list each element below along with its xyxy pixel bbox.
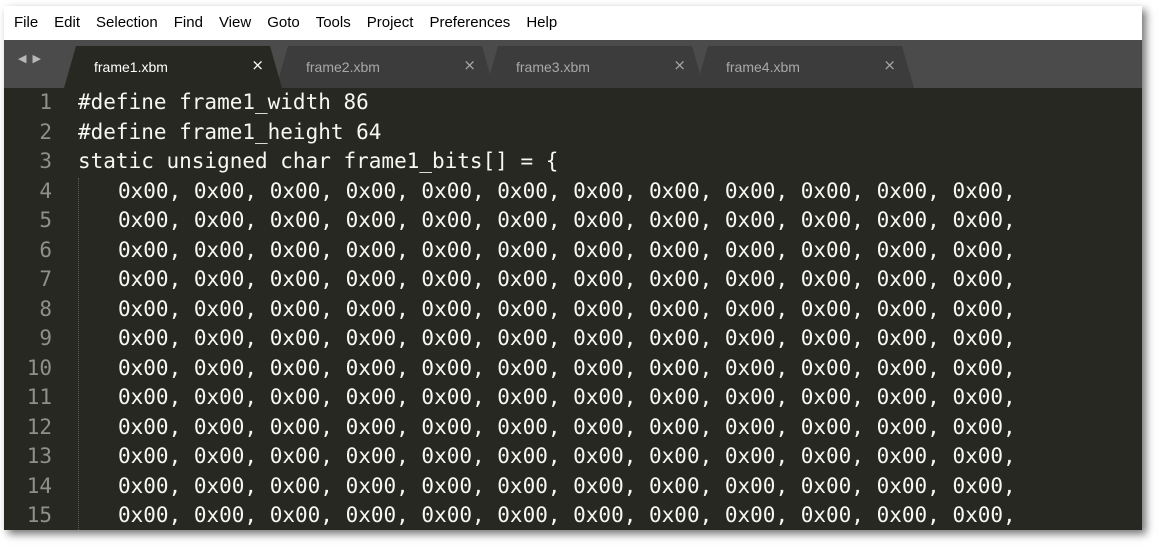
line-number: 15 bbox=[26, 503, 52, 527]
code-line[interactable]: 5 0x00, 0x00, 0x00, 0x00, 0x00, 0x00, 0x0… bbox=[4, 206, 1142, 236]
tab-label: frame4.xbm bbox=[726, 59, 800, 75]
line-number: 9 bbox=[39, 326, 52, 350]
menu-preferences[interactable]: Preferences bbox=[421, 6, 518, 40]
tab-frame3[interactable]: frame3.xbm × bbox=[486, 46, 714, 88]
code-line[interactable]: 4 0x00, 0x00, 0x00, 0x00, 0x00, 0x00, 0x0… bbox=[4, 177, 1142, 207]
menu-bar: File Edit Selection Find View Goto Tools… bbox=[4, 6, 1142, 40]
line-number: 3 bbox=[39, 149, 52, 173]
line-number: 14 bbox=[26, 473, 52, 498]
line-text: 0x00, 0x00, 0x00, 0x00, 0x00, 0x00, 0x00… bbox=[118, 385, 1016, 409]
line-number: 13 bbox=[26, 444, 52, 468]
menu-goto[interactable]: Goto bbox=[259, 6, 308, 40]
line-text: 0x00, 0x00, 0x00, 0x00, 0x00, 0x00, 0x00… bbox=[118, 355, 1016, 380]
line-text: #define frame1_width 86 bbox=[78, 90, 369, 114]
code-line[interactable]: 7 0x00, 0x00, 0x00, 0x00, 0x00, 0x00, 0x0… bbox=[4, 265, 1142, 295]
editor-window: File Edit Selection Find View Goto Tools… bbox=[4, 6, 1142, 530]
menu-file[interactable]: File bbox=[4, 6, 46, 40]
code-line[interactable]: 8 0x00, 0x00, 0x00, 0x00, 0x00, 0x00, 0x0… bbox=[4, 295, 1142, 325]
line-text: 0x00, 0x00, 0x00, 0x00, 0x00, 0x00, 0x00… bbox=[118, 296, 1016, 321]
close-icon[interactable]: × bbox=[673, 56, 686, 74]
line-number: 7 bbox=[39, 267, 52, 291]
line-text: 0x00, 0x00, 0x00, 0x00, 0x00, 0x00, 0x00… bbox=[118, 444, 1016, 468]
line-number: 10 bbox=[26, 355, 52, 380]
tab-navigation: ◀ ▶ bbox=[18, 52, 41, 65]
close-icon[interactable]: × bbox=[883, 56, 896, 74]
line-number: 11 bbox=[26, 385, 52, 409]
code-editor[interactable]: 1 #define frame1_width 86 2 #define frame1_… bbox=[4, 88, 1142, 530]
line-text: 0x00, 0x00, 0x00, 0x00, 0x00, 0x00, 0x00… bbox=[118, 414, 1016, 439]
code-line[interactable]: 2 #define frame1_height 64 bbox=[4, 118, 1142, 148]
code-line[interactable]: 12 0x00, 0x00, 0x00, 0x00, 0x00, 0x00, 0x… bbox=[4, 413, 1142, 443]
menu-help[interactable]: Help bbox=[518, 6, 565, 40]
menu-selection[interactable]: Selection bbox=[88, 6, 166, 40]
line-number: 12 bbox=[26, 414, 52, 439]
line-text: 0x00, 0x00, 0x00, 0x00, 0x00, 0x00, 0x00… bbox=[118, 208, 1016, 232]
code-line[interactable]: 13 0x00, 0x00, 0x00, 0x00, 0x00, 0x00, 0x… bbox=[4, 442, 1142, 472]
tab-label: frame2.xbm bbox=[306, 59, 380, 75]
tab-label: frame1.xbm bbox=[94, 59, 168, 75]
tab-bar: ◀ ▶ frame4.xbm × frame3.xbm × frame2.xbm… bbox=[4, 40, 1142, 88]
menu-find[interactable]: Find bbox=[166, 6, 211, 40]
code-line[interactable]: 11 0x00, 0x00, 0x00, 0x00, 0x00, 0x00, 0x… bbox=[4, 383, 1142, 413]
code-line[interactable]: 15 0x00, 0x00, 0x00, 0x00, 0x00, 0x00, 0x… bbox=[4, 501, 1142, 530]
code-line[interactable]: 6 0x00, 0x00, 0x00, 0x00, 0x00, 0x00, 0x0… bbox=[4, 236, 1142, 266]
line-text: 0x00, 0x00, 0x00, 0x00, 0x00, 0x00, 0x00… bbox=[118, 503, 1016, 527]
line-number: 4 bbox=[39, 178, 52, 203]
line-text: 0x00, 0x00, 0x00, 0x00, 0x00, 0x00, 0x00… bbox=[118, 267, 1016, 291]
line-text: 0x00, 0x00, 0x00, 0x00, 0x00, 0x00, 0x00… bbox=[118, 178, 1016, 203]
line-number: 6 bbox=[39, 237, 52, 262]
line-number: 1 bbox=[39, 90, 52, 114]
menu-view[interactable]: View bbox=[211, 6, 259, 40]
menu-tools[interactable]: Tools bbox=[308, 6, 359, 40]
line-number: 8 bbox=[39, 296, 52, 321]
line-text: #define frame1_height 64 bbox=[78, 119, 382, 144]
tab-frame1[interactable]: frame1.xbm × bbox=[64, 46, 292, 88]
tab-frame2[interactable]: frame2.xbm × bbox=[276, 46, 504, 88]
code-line[interactable]: 10 0x00, 0x00, 0x00, 0x00, 0x00, 0x00, 0x… bbox=[4, 354, 1142, 384]
menu-edit[interactable]: Edit bbox=[46, 6, 88, 40]
chevron-left-icon[interactable]: ◀ bbox=[18, 52, 26, 65]
code-line[interactable]: 3 static unsigned char frame1_bits[] = { bbox=[4, 147, 1142, 177]
line-number: 5 bbox=[39, 208, 52, 232]
line-text: 0x00, 0x00, 0x00, 0x00, 0x00, 0x00, 0x00… bbox=[118, 326, 1016, 350]
tab-label: frame3.xbm bbox=[516, 59, 590, 75]
screenshot: File Edit Selection Find View Goto Tools… bbox=[0, 0, 1159, 546]
line-number: 2 bbox=[39, 119, 52, 144]
code-line[interactable]: 9 0x00, 0x00, 0x00, 0x00, 0x00, 0x00, 0x0… bbox=[4, 324, 1142, 354]
line-text: 0x00, 0x00, 0x00, 0x00, 0x00, 0x00, 0x00… bbox=[118, 473, 1016, 498]
code-line[interactable]: 14 0x00, 0x00, 0x00, 0x00, 0x00, 0x00, 0x… bbox=[4, 472, 1142, 502]
menu-project[interactable]: Project bbox=[359, 6, 422, 40]
code-line[interactable]: 1 #define frame1_width 86 bbox=[4, 88, 1142, 118]
tab-frame4[interactable]: frame4.xbm × bbox=[696, 46, 924, 88]
line-text: 0x00, 0x00, 0x00, 0x00, 0x00, 0x00, 0x00… bbox=[118, 237, 1016, 262]
close-icon[interactable]: × bbox=[251, 56, 264, 74]
line-text: static unsigned char frame1_bits[] = { bbox=[78, 149, 559, 173]
close-icon[interactable]: × bbox=[463, 56, 476, 74]
chevron-right-icon[interactable]: ▶ bbox=[32, 52, 40, 65]
